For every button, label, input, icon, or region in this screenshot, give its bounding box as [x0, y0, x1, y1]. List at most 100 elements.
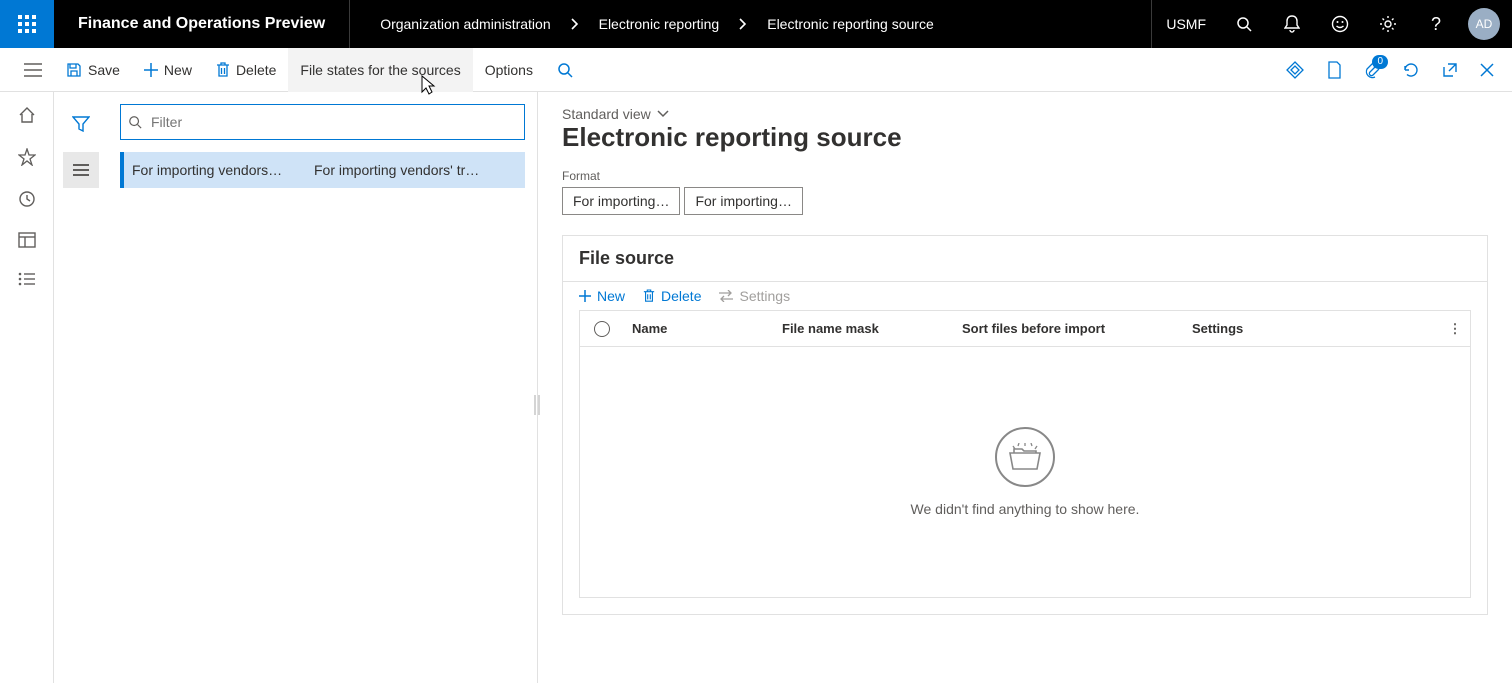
company-picker[interactable]: USMF [1151, 0, 1220, 48]
swap-icon [719, 290, 733, 302]
star-icon [18, 148, 36, 166]
nav-toggle[interactable] [12, 48, 54, 92]
card-settings-button: Settings [719, 288, 790, 304]
col-header-settings[interactable]: Settings [1184, 321, 1440, 336]
close-icon [1480, 63, 1494, 77]
grid-column-menu[interactable]: ⋮ [1440, 321, 1470, 337]
breadcrumb-item[interactable]: Electronic reporting [599, 16, 720, 32]
refresh-button[interactable] [1402, 61, 1420, 79]
card-delete-button[interactable]: Delete [643, 288, 701, 304]
col-header-mask[interactable]: File name mask [774, 321, 954, 336]
app-launcher[interactable] [0, 0, 54, 48]
waffle-icon [18, 15, 36, 33]
nav-workspaces[interactable] [18, 232, 36, 248]
search-button[interactable] [1220, 0, 1268, 48]
chevron-right-icon [725, 18, 761, 30]
trash-icon [216, 62, 230, 78]
save-button[interactable]: Save [54, 48, 132, 92]
trash-icon [643, 289, 655, 303]
card-title: File source [563, 236, 1487, 281]
chevron-right-icon [557, 18, 593, 30]
new-button[interactable]: New [132, 48, 204, 92]
list-icon [72, 163, 90, 177]
home-icon [18, 106, 36, 124]
plus-icon [144, 63, 158, 77]
delete-button[interactable]: Delete [204, 48, 288, 92]
col-header-sort[interactable]: Sort files before import [954, 321, 1184, 336]
search-icon [557, 62, 573, 78]
save-icon [66, 62, 82, 78]
settings-button[interactable] [1364, 0, 1412, 48]
plus-icon [579, 290, 591, 302]
popout-button[interactable] [1442, 62, 1458, 78]
attachments-button[interactable]: 0 [1364, 61, 1380, 79]
feedback-button[interactable] [1316, 0, 1364, 48]
file-source-grid: Name File name mask Sort files before im… [579, 310, 1471, 598]
save-label: Save [88, 62, 120, 78]
view-label: Standard view [562, 106, 651, 122]
card-delete-label: Delete [661, 288, 701, 304]
filter-icon [72, 116, 90, 132]
list-row-col1: For importing vendors… [132, 162, 302, 178]
nav-recent[interactable] [18, 190, 36, 208]
power-apps-button[interactable] [1286, 61, 1304, 79]
action-search-button[interactable] [545, 48, 585, 92]
file-states-button[interactable]: File states for the sources [288, 48, 472, 92]
document-icon [1326, 61, 1342, 79]
list-row[interactable]: For importing vendors… For importing ven… [120, 152, 525, 188]
smiley-icon [1331, 15, 1349, 33]
gear-icon [1379, 15, 1397, 33]
popout-icon [1442, 62, 1458, 78]
card-settings-label: Settings [739, 288, 790, 304]
notifications-button[interactable] [1268, 0, 1316, 48]
hamburger-icon [24, 63, 42, 77]
grip-icon [534, 395, 540, 415]
filter-view-button[interactable] [63, 106, 99, 142]
top-bar: Finance and Operations Preview Organizat… [0, 0, 1512, 48]
empty-folder-icon [995, 427, 1055, 487]
card-new-button[interactable]: New [579, 288, 625, 304]
chevron-down-icon [657, 110, 669, 118]
user-avatar[interactable]: AD [1468, 8, 1500, 40]
format-label: Format [562, 169, 1488, 183]
filter-input[interactable] [120, 104, 525, 140]
new-label: New [164, 62, 192, 78]
col-header-name[interactable]: Name [624, 321, 774, 336]
workspace-icon [18, 232, 36, 248]
nav-home[interactable] [18, 106, 36, 124]
card-new-label: New [597, 288, 625, 304]
breadcrumb-item[interactable]: Electronic reporting source [767, 16, 934, 32]
nav-modules[interactable] [18, 272, 36, 286]
breadcrumb: Organization administration Electronic r… [350, 16, 934, 32]
breadcrumb-item[interactable]: Organization administration [380, 16, 550, 32]
bell-icon [1284, 15, 1300, 33]
open-office-button[interactable] [1326, 61, 1342, 79]
action-bar: Save New Delete File states for the sour… [0, 48, 1512, 92]
list-view-button[interactable] [63, 152, 99, 188]
close-button[interactable] [1480, 63, 1494, 77]
options-label: Options [485, 62, 533, 78]
refresh-icon [1402, 61, 1420, 79]
list-row-col2: For importing vendors' tr… [314, 162, 517, 178]
select-all-checkbox[interactable] [594, 321, 610, 337]
topbar-right: USMF ? AD [1151, 0, 1512, 48]
grid-empty-state: We didn't find anything to show here. [580, 347, 1470, 597]
nav-favorites[interactable] [18, 148, 36, 166]
help-button[interactable]: ? [1412, 0, 1460, 48]
list-panel: For importing vendors… For importing ven… [108, 92, 538, 683]
file-states-label: File states for the sources [300, 62, 460, 78]
grid-header: Name File name mask Sort files before im… [580, 311, 1470, 347]
format-value-2[interactable]: For importing… [684, 187, 802, 215]
options-button[interactable]: Options [473, 48, 545, 92]
view-rail [54, 92, 108, 683]
diamond-icon [1286, 61, 1304, 79]
modules-icon [18, 272, 36, 286]
attachments-badge: 0 [1372, 55, 1388, 69]
splitter-handle[interactable] [534, 388, 540, 422]
format-value-1[interactable]: For importing… [562, 187, 680, 215]
file-source-card: File source New Delete Settings [562, 235, 1488, 615]
page-title: Electronic reporting source [562, 122, 1488, 153]
help-icon: ? [1431, 14, 1441, 35]
app-title: Finance and Operations Preview [54, 0, 350, 48]
view-selector[interactable]: Standard view [562, 106, 1488, 122]
